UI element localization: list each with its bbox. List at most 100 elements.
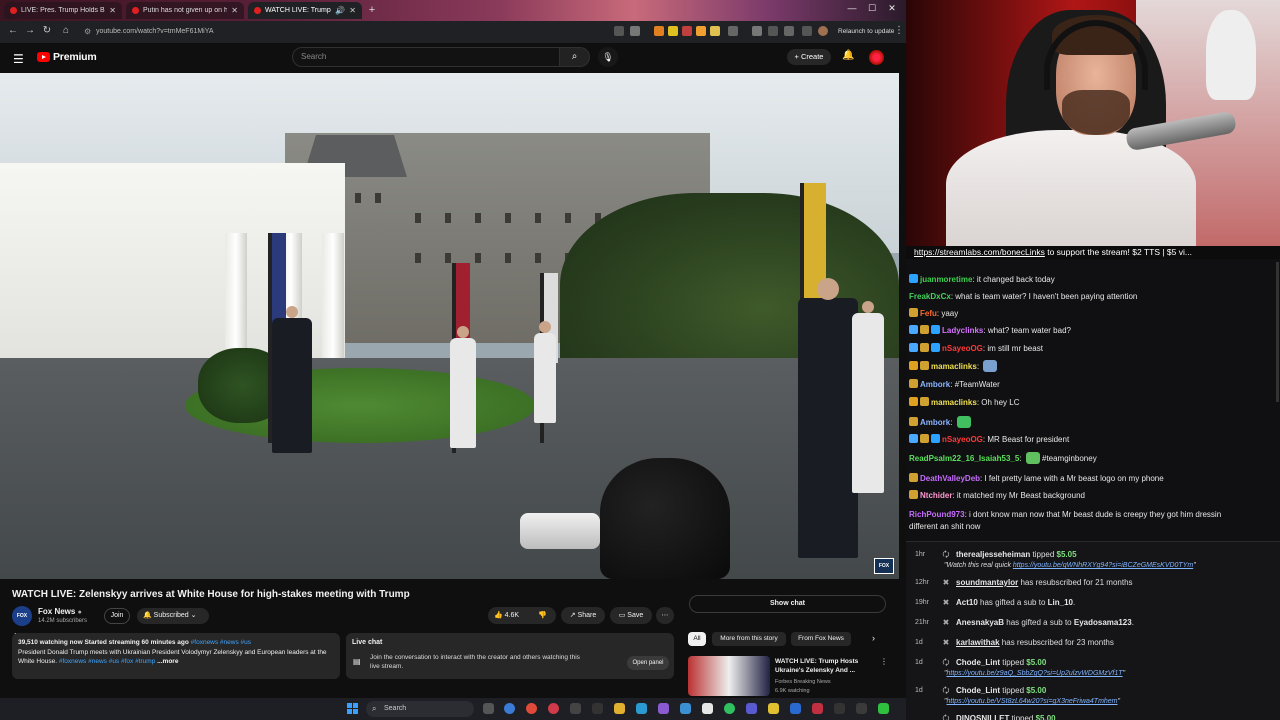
back-icon[interactable]: ← [4,25,22,36]
chat-username[interactable]: Fefu [920,309,937,318]
chat-username[interactable]: ReadPsalm22_16_Isaiah53_5 [909,454,1019,463]
description-box[interactable]: 39,510 watching now Started streaming 60… [12,633,340,679]
event-username[interactable]: AnesnakyaB [956,618,1004,627]
cast-icon[interactable] [614,26,624,36]
chat-username[interactable]: FreakDxCx [909,292,951,301]
home-icon[interactable]: ⌂ [57,25,75,36]
app-icon[interactable] [834,703,845,714]
extension-icon[interactable] [668,26,678,36]
chip-from-fox-news[interactable]: From Fox News [791,632,851,646]
obs-icon[interactable] [702,703,713,714]
like-button[interactable]: 👍 4.6K [494,607,519,624]
close-window-icon[interactable]: ✕ [882,3,902,14]
reload-icon[interactable]: ↻ [38,25,56,36]
bookmark-star-icon[interactable] [630,26,640,36]
create-button[interactable]: + Create [787,49,831,65]
extension-icon[interactable] [710,26,720,36]
event-username[interactable]: Chode_Lint [956,686,1000,695]
chat-username[interactable]: Ambork [920,418,950,427]
chevron-right-icon[interactable]: › [872,633,875,643]
chat-scrollbar[interactable] [1276,262,1279,402]
chat-username[interactable]: mamaclinks [931,362,977,371]
recommended-channel[interactable]: Forbes Breaking News [775,679,831,685]
save-button[interactable]: ▭ Save [610,607,652,624]
event-message-link[interactable]: https://youtu.be/qWNhRXYg94?si=iBCZeGMEs… [1013,562,1193,569]
event-message-link[interactable]: https://youtu.be/z9aQ_SbbZgQ?si=Up2ulzvW… [947,670,1123,677]
subscribed-button[interactable]: 🔔 Subscribed ⌄ [137,608,209,624]
app-icon[interactable] [878,703,889,714]
chat-username[interactable]: mamaclinks [931,398,977,407]
channel-name[interactable]: Fox News ● [38,607,82,616]
account-avatar[interactable] [869,50,884,65]
microphone-icon[interactable]: 🎙 [598,47,618,67]
chat-username[interactable]: nSayeoOG [942,435,983,444]
chat-username[interactable]: Ambork [920,380,950,389]
forward-icon[interactable]: → [21,25,39,36]
app-icon[interactable] [570,703,581,714]
close-tab-icon[interactable]: ✕ [231,6,238,15]
taskbar-search[interactable]: ⌕ Search [366,701,474,717]
channel-avatar[interactable]: FOX NEWS [12,606,32,639]
app-icon[interactable] [636,703,647,714]
search-input[interactable]: Search [292,47,560,67]
event-username[interactable]: karlawithak [956,638,1000,647]
event-username[interactable]: Chode_Lint [956,658,1000,667]
extension-icon[interactable] [682,26,692,36]
chrome-profile-icon[interactable] [548,703,559,714]
event-target-user[interactable]: Eyadosama123 [1074,618,1132,627]
app-icon[interactable] [746,703,757,714]
shield-icon[interactable] [802,26,812,36]
search-icon[interactable]: ⌕ [560,47,590,67]
sidebar-icon[interactable] [768,26,778,36]
chip-more-from-story[interactable]: More from this story [712,632,786,646]
tab-putin[interactable]: Putin has not given up on his ... ✕ [126,2,244,19]
menu-icon[interactable]: ☰ [13,52,24,66]
spotify-icon[interactable] [724,703,735,714]
relaunch-button[interactable]: Relaunch to update [834,25,898,39]
extension-icon[interactable] [654,26,664,36]
close-tab-icon[interactable]: ✕ [109,6,116,15]
close-tab-icon[interactable]: ✕ [349,6,356,15]
event-username[interactable]: DINOSNILLET [956,714,1009,720]
site-info-icon[interactable]: ⚙ [84,24,91,40]
recommended-more-icon[interactable]: ⋮ [880,657,888,666]
app-icon[interactable] [856,703,867,714]
dislike-icon[interactable]: 👎 [538,607,547,624]
description-tags[interactable]: #foxnews #news #us #fox #trump [57,658,155,665]
app-icon[interactable] [680,703,691,714]
event-username[interactable]: Act10 [956,598,978,607]
event-username[interactable]: soundmantaylor [956,578,1018,587]
video-player[interactable]: FOX [0,73,899,579]
tab-watch-live[interactable]: WATCH LIVE: Trump holds ... 🔊 ✕ [248,2,362,19]
recommended-thumbnail[interactable] [688,656,770,696]
task-view-icon[interactable] [483,703,494,714]
chat-username[interactable]: RichPound973 [909,510,965,519]
chat-username[interactable]: nSayeoOG [942,344,983,353]
extensions-puzzle-icon[interactable] [728,26,738,36]
chat-username[interactable]: Ladyclinks [942,326,983,335]
minimize-icon[interactable]: — [842,3,862,13]
windows-start-icon[interactable] [347,703,358,714]
open-panel-button[interactable]: Open panel [627,656,669,670]
app-icon[interactable] [790,703,801,714]
discord-icon[interactable] [658,703,669,714]
join-button[interactable]: Join [104,608,130,624]
description-more-link[interactable]: ...more [157,658,178,665]
chat-username[interactable]: juanmoretime [920,275,972,284]
more-actions-icon[interactable]: ⋯ [656,607,674,624]
screenshot-icon[interactable] [784,26,794,36]
new-tab-icon[interactable]: + [366,4,378,16]
event-message-link[interactable]: https://youtu.be/VSt8zL64w20?si=gX3neFri… [947,698,1118,705]
file-explorer-icon[interactable] [614,703,625,714]
event-username[interactable]: therealjesseheiman [956,550,1030,559]
youtube-logo[interactable]: Premium [37,51,97,63]
app-icon[interactable] [812,703,823,714]
tab-trump-bilateral[interactable]: LIVE: Pres. Trump Holds Bilate... ✕ [4,2,122,19]
extension-icon[interactable] [696,26,706,36]
show-chat-button[interactable]: Show chat [689,595,886,613]
chrome-icon[interactable] [526,703,537,714]
edge-icon[interactable] [504,703,515,714]
app-icon[interactable] [768,703,779,714]
share-button[interactable]: ↗ Share [561,607,605,624]
maximize-icon[interactable]: ☐ [862,3,882,14]
